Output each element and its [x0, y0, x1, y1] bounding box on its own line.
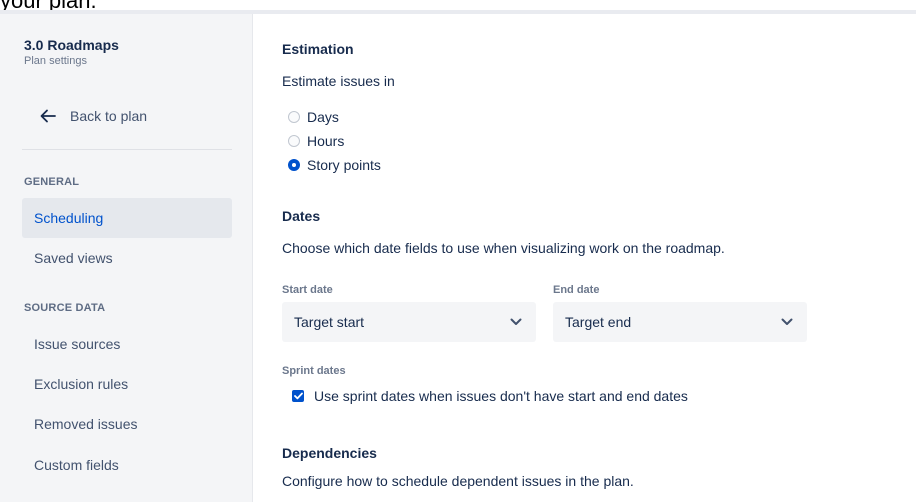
sidebar-item-scheduling[interactable]: Scheduling	[22, 198, 232, 238]
radio-unchecked-icon	[288, 111, 300, 123]
arrow-left-icon	[36, 104, 60, 128]
end-date-select[interactable]: Target end	[553, 302, 807, 342]
radio-story-points[interactable]: Story points	[288, 157, 381, 173]
start-date-label: Start date	[282, 284, 333, 296]
sidebar-item-removed-issues[interactable]: Removed issues	[22, 404, 232, 444]
end-date-label: End date	[553, 284, 600, 296]
estimation-description: Estimate issues in	[282, 73, 395, 89]
sidebar-item-custom-fields[interactable]: Custom fields	[22, 445, 232, 485]
back-to-plan-label: Back to plan	[70, 108, 148, 124]
plan-subtitle: Plan settings	[24, 55, 87, 67]
back-to-plan-button[interactable]: Back to plan	[22, 98, 232, 134]
chevron-down-icon	[510, 316, 522, 328]
end-date-value: Target end	[565, 314, 632, 330]
radio-days[interactable]: Days	[288, 109, 339, 125]
sidebar-section-general: GENERAL	[24, 176, 80, 188]
settings-sidebar: 3.0 Roadmaps Plan settings Back to plan …	[0, 14, 253, 502]
dates-heading: Dates	[282, 208, 321, 224]
dependencies-heading: Dependencies	[282, 445, 377, 461]
estimation-heading: Estimation	[282, 41, 354, 57]
radio-hours-label: Hours	[307, 133, 345, 149]
start-date-value: Target start	[294, 314, 365, 330]
dependencies-description: Configure how to schedule dependent issu…	[282, 473, 634, 489]
sidebar-divider	[22, 149, 232, 150]
checkbox-checked-icon	[292, 390, 304, 402]
radio-checked-icon	[288, 159, 300, 171]
sprint-dates-checkbox-label: Use sprint dates when issues don't have …	[314, 388, 688, 404]
radio-hours[interactable]: Hours	[288, 133, 344, 149]
settings-main-panel: Estimation Estimate issues in Days Hours…	[282, 14, 916, 502]
dates-description: Choose which date fields to use when vis…	[282, 240, 725, 256]
sidebar-item-exclusion-rules[interactable]: Exclusion rules	[22, 364, 232, 404]
sprint-dates-checkbox[interactable]: Use sprint dates when issues don't have …	[292, 388, 688, 404]
sidebar-item-issue-sources[interactable]: Issue sources	[22, 324, 232, 364]
radio-unchecked-icon	[288, 135, 300, 147]
chevron-down-icon	[781, 316, 793, 328]
sprint-dates-label: Sprint dates	[282, 365, 346, 377]
start-date-select[interactable]: Target start	[282, 302, 536, 342]
sidebar-item-saved-views[interactable]: Saved views	[22, 238, 232, 278]
sidebar-section-source-data: SOURCE DATA	[24, 302, 106, 314]
plan-title: 3.0 Roadmaps	[24, 37, 119, 53]
radio-days-label: Days	[307, 109, 339, 125]
radio-story-points-label: Story points	[307, 157, 381, 173]
